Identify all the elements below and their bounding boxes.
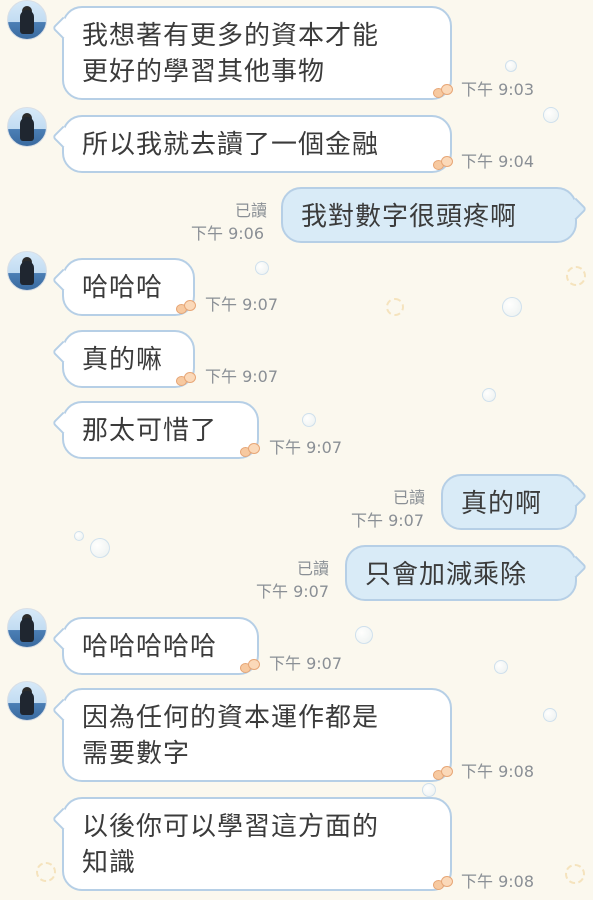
message-bubble[interactable]: 只會加減乘除: [345, 545, 577, 601]
message-bubble[interactable]: 我對數字很頭疼啊: [281, 187, 577, 243]
bubble-tail-icon: [433, 766, 453, 780]
bubble-tail-icon: [240, 443, 260, 457]
avatar[interactable]: [7, 681, 47, 721]
message-timestamp: 下午 9:03: [461, 80, 535, 99]
avatar[interactable]: [7, 608, 47, 648]
read-receipt: 已讀: [297, 559, 330, 578]
message-timestamp: 下午 9:04: [461, 152, 535, 171]
chat-area[interactable]: 我想著有更多的資本才能 更好的學習其他事物 下午 9:03 所以我就去讀了一個金…: [0, 0, 593, 900]
bubble-tail-icon: [176, 372, 196, 386]
avatar[interactable]: [7, 107, 47, 147]
message-timestamp: 下午 9:07: [269, 654, 343, 673]
message-bubble[interactable]: 那太可惜了: [62, 401, 259, 459]
message-bubble[interactable]: 哈哈哈哈哈: [62, 617, 259, 675]
message-bubble[interactable]: 所以我就去讀了一個金融: [62, 115, 452, 173]
read-receipt: 已讀: [393, 488, 426, 507]
avatar[interactable]: [7, 251, 47, 291]
bubble-tail-icon: [433, 84, 453, 98]
message-timestamp: 下午 9:07: [269, 438, 343, 457]
message-timestamp: 下午 9:08: [461, 762, 535, 781]
bubble-tail-icon: [433, 156, 453, 170]
read-receipt: 已讀: [235, 201, 268, 220]
bubble-tail-icon: [176, 300, 196, 314]
bubble-tail-icon: [240, 659, 260, 673]
message-bubble[interactable]: 真的啊: [441, 474, 577, 530]
message-timestamp: 下午 9:07: [351, 511, 425, 530]
message-bubble[interactable]: 因為任何的資本運作都是 需要數字: [62, 688, 452, 782]
message-bubble[interactable]: 以後你可以學習這方面的 知識: [62, 797, 452, 891]
message-timestamp: 下午 9:07: [256, 582, 330, 601]
avatar[interactable]: [7, 0, 47, 40]
bubble-tail-icon: [433, 876, 453, 890]
message-timestamp: 下午 9:08: [461, 872, 535, 891]
message-timestamp: 下午 9:07: [205, 367, 279, 386]
message-timestamp: 下午 9:06: [191, 224, 265, 243]
message-bubble[interactable]: 我想著有更多的資本才能 更好的學習其他事物: [62, 6, 452, 100]
message-timestamp: 下午 9:07: [205, 295, 279, 314]
